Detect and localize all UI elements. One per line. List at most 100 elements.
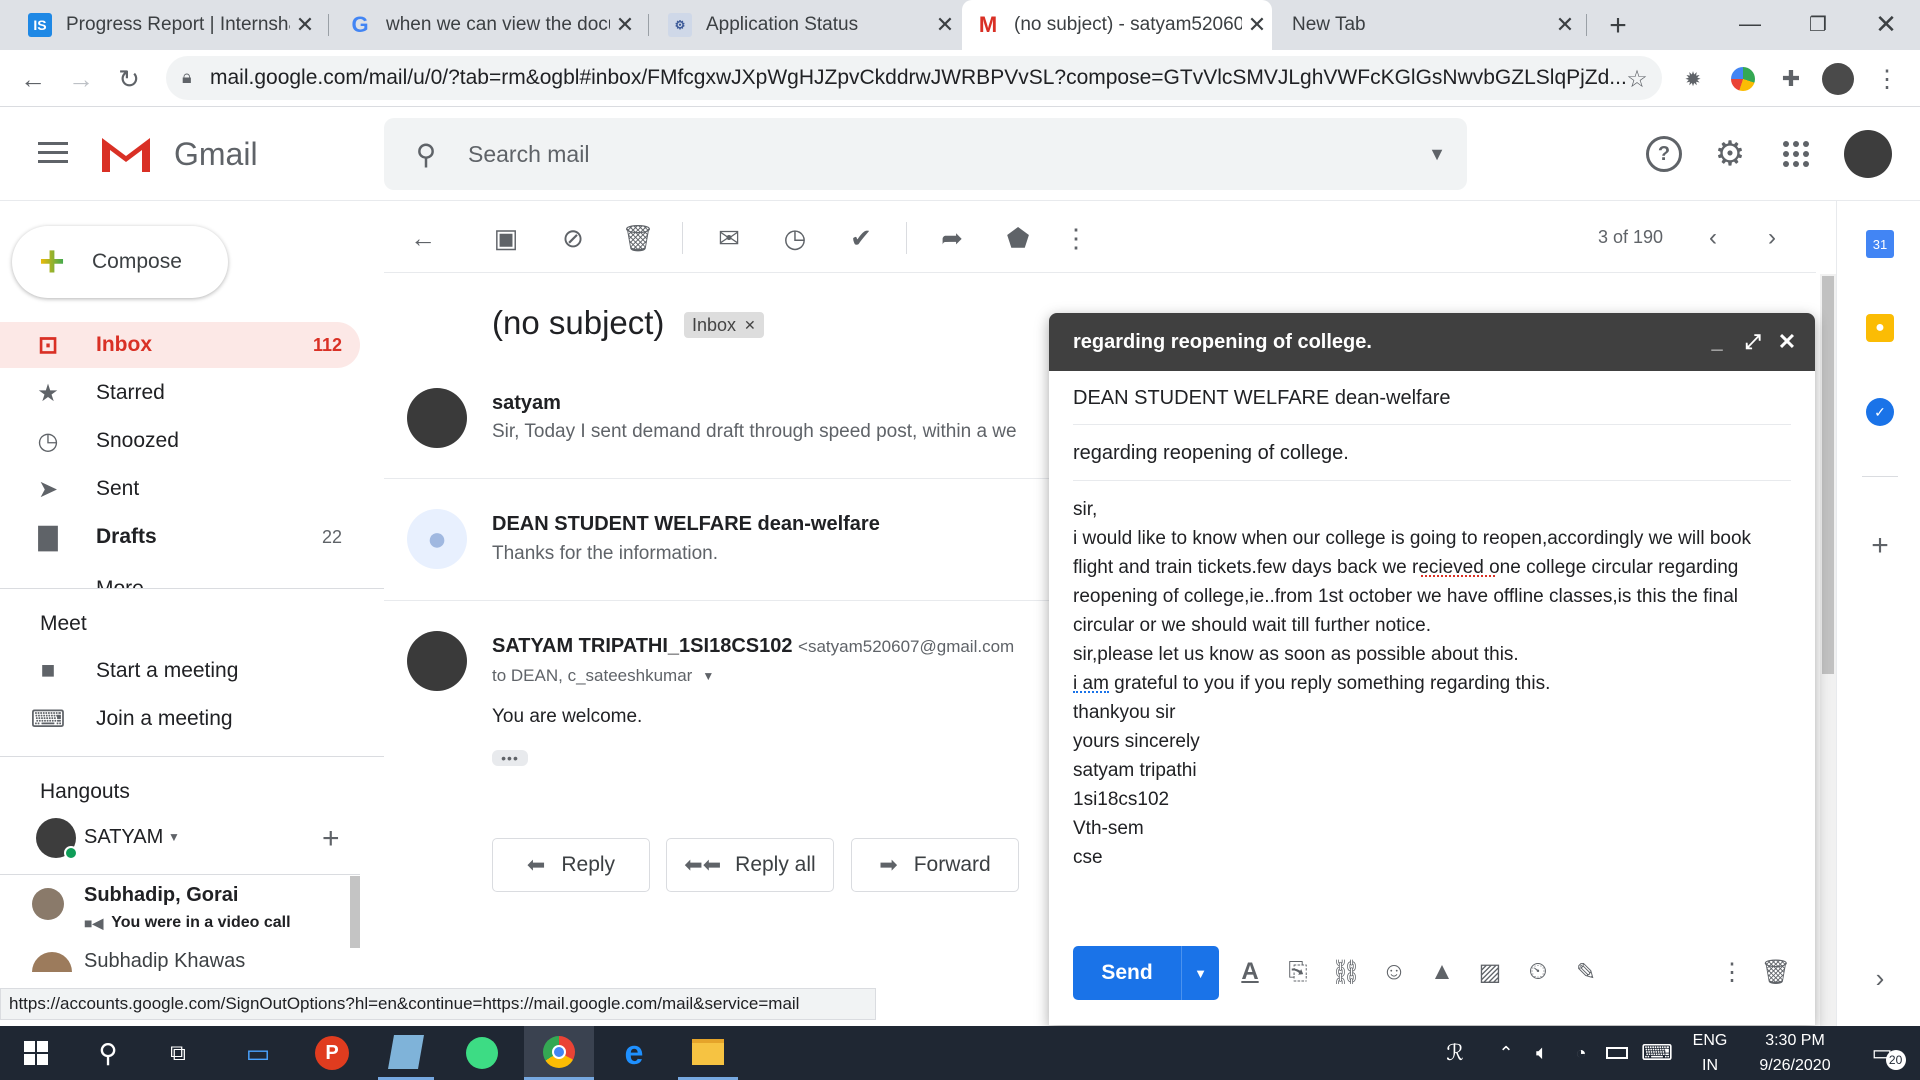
extension-globe-icon[interactable] [1726, 62, 1760, 96]
wifi-icon[interactable]: ◔ [1568, 1026, 1594, 1080]
add-task-icon[interactable]: ✔ [843, 220, 879, 256]
add-contact-plus-icon[interactable]: + [322, 822, 340, 856]
tab-application-status[interactable]: ⚙ Application Status ✕ [654, 0, 960, 50]
more-vert-icon[interactable]: ⋮ [1870, 62, 1904, 96]
notepad-icon[interactable] [378, 1026, 434, 1080]
formatting-options-icon[interactable]: A [1235, 957, 1265, 987]
nav-more[interactable]: ⌄ More [0, 566, 360, 589]
reply-button[interactable]: ⬅ Reply [492, 838, 650, 892]
sender-name[interactable]: satyam [492, 392, 561, 415]
account-avatar[interactable] [1844, 130, 1892, 178]
close-icon[interactable]: ✕ [930, 12, 960, 38]
discard-trash-icon[interactable]: 🗑︎ [1761, 957, 1791, 987]
confidential-mode-icon[interactable]: ⏲ [1523, 957, 1553, 987]
to-field[interactable]: DEAN STUDENT WELFARE dean-welfare [1073, 373, 1791, 425]
sender-name[interactable]: SATYAM TRIPATHI_1SI18CS102 [492, 635, 792, 657]
file-explorer-folder-icon[interactable] [678, 1026, 738, 1080]
main-scrollbar-thumb[interactable] [1822, 276, 1834, 674]
close-icon[interactable]: ✕ [1775, 327, 1799, 357]
edge-browser-icon[interactable]: e [610, 1026, 658, 1080]
contact-avatar[interactable] [32, 888, 64, 920]
profile-avatar[interactable] [1822, 63, 1854, 95]
emoji-icon[interactable]: ☺ [1379, 957, 1409, 987]
android-studio-icon[interactable] [460, 1026, 504, 1080]
restore-icon[interactable]: ❐ [1798, 6, 1838, 42]
subject-field[interactable]: regarding reopening of college. [1073, 427, 1791, 481]
more-options-vert-icon[interactable]: ⋮ [1717, 957, 1747, 987]
hangouts-scrollbar[interactable] [350, 876, 360, 948]
sender-avatar[interactable] [407, 631, 467, 691]
reload-icon[interactable]: ↻ [112, 62, 146, 96]
gmail-logo-icon[interactable] [98, 134, 154, 174]
main-menu-icon[interactable] [38, 142, 68, 164]
archive-icon[interactable]: ▣ [488, 220, 524, 256]
windows-start-icon[interactable] [14, 1026, 58, 1080]
move-to-icon[interactable]: ➦ [934, 220, 970, 256]
url-text[interactable]: mail.google.com/mail/u/0/?tab=rm&ogbl#in… [210, 66, 1627, 90]
compose-header[interactable]: regarding reopening of college. _ ⤢ ✕ [1049, 313, 1815, 371]
battery-icon[interactable] [1604, 1026, 1630, 1080]
nav-sent[interactable]: ➤ Sent [0, 466, 360, 512]
send-options-caret-icon[interactable]: ▼ [1182, 966, 1219, 981]
contact-avatar[interactable] [32, 952, 72, 972]
show-trimmed-content-icon[interactable]: ••• [492, 750, 528, 766]
new-tab-plus-icon[interactable]: + [1600, 8, 1636, 44]
expand-icon[interactable]: ⤢ [1741, 327, 1765, 357]
bookmark-star-icon[interactable]: ☆ [1620, 62, 1654, 96]
action-center-notification-icon[interactable]: ▭ 20 [1860, 1026, 1906, 1080]
tab-gmail-active[interactable]: M (no subject) - satyam52060 ✕ [962, 0, 1272, 50]
contact-name[interactable]: Subhadip Khawas [84, 950, 245, 973]
back-arrow-icon[interactable]: ← [16, 62, 50, 96]
search-options-icon[interactable]: ▼ [1407, 144, 1467, 165]
minimize-icon[interactable]: _ [1705, 327, 1729, 357]
this-pc-icon[interactable]: ▭ [236, 1026, 280, 1080]
chrome-taskbar-icon[interactable] [524, 1026, 594, 1080]
close-icon[interactable]: ✕ [1550, 12, 1580, 38]
search-bar[interactable]: ⚲ Search mail ▼ [384, 118, 1467, 190]
nav-inbox[interactable]: ⊡ Inbox 112 [0, 322, 360, 368]
insert-link-icon[interactable]: ⛓ [1331, 957, 1361, 987]
nav-snoozed[interactable]: ◷ Snoozed [0, 418, 360, 464]
close-icon[interactable]: ✕ [610, 12, 640, 38]
tab-progress-report[interactable]: IS Progress Report | Internshal ✕ [14, 0, 320, 50]
google-drive-icon[interactable]: ▲ [1427, 957, 1457, 987]
nav-drafts[interactable]: ▇ Drafts 22 [0, 514, 360, 560]
search-icon[interactable]: ⚲ [384, 138, 468, 171]
apps-grid-icon[interactable] [1783, 141, 1809, 167]
mark-unread-icon[interactable]: ✉ [711, 220, 747, 256]
attach-paperclip-icon[interactable]: ⎘ [1283, 957, 1313, 987]
forward-arrow-icon[interactable]: → [64, 62, 98, 96]
task-view-icon[interactable]: ⧉ [156, 1026, 200, 1080]
calendar-icon[interactable]: 31 [1866, 230, 1894, 258]
extension-bug-icon[interactable]: ✹ [1676, 62, 1710, 96]
search-input[interactable]: Search mail [468, 141, 1407, 168]
sender-name[interactable]: DEAN STUDENT WELFARE dean-welfare [492, 513, 880, 536]
help-icon[interactable]: ? [1646, 136, 1682, 172]
signature-pen-icon[interactable]: ✎ [1571, 957, 1601, 987]
hangouts-user[interactable]: SATYAM [84, 826, 163, 849]
show-details-caret-icon[interactable]: ▼ [702, 669, 714, 683]
label-tag-icon[interactable]: ⬟ [1000, 220, 1036, 256]
default-avatar-person-icon[interactable]: ● [407, 509, 467, 569]
message-body-editor[interactable]: sir, i would like to know when our colle… [1073, 495, 1791, 872]
recipient-text[interactable]: DEAN STUDENT WELFARE dean-welfare [1073, 387, 1451, 410]
volume-icon[interactable]: 🔈︎ [1530, 1026, 1554, 1080]
close-icon[interactable]: ✕ [290, 12, 320, 38]
show-hidden-icons-chevron-icon[interactable]: ⌃ [1494, 1026, 1518, 1080]
search-icon[interactable]: ⚲ [86, 1026, 130, 1080]
window-close-icon[interactable]: ✕ [1866, 6, 1906, 42]
minimize-icon[interactable]: — [1730, 6, 1770, 42]
remove-label-close-icon[interactable]: ✕ [744, 317, 756, 334]
caret-down-icon[interactable]: ▼ [168, 830, 180, 844]
meet-start[interactable]: ■ Start a meeting [0, 648, 360, 694]
tasks-check-icon[interactable]: ✓ [1866, 398, 1894, 426]
sender-avatar[interactable] [407, 388, 467, 448]
more-vert-icon[interactable]: ⋮ [1058, 220, 1094, 256]
close-icon[interactable]: ✕ [1242, 12, 1272, 38]
extensions-puzzle-icon[interactable]: ✚ [1774, 62, 1808, 96]
message-snippet[interactable]: Thanks for the information. [492, 543, 718, 565]
meet-join[interactable]: ⌨ Join a meeting [0, 696, 360, 742]
keyboard-icon[interactable]: ⌨ [1640, 1026, 1674, 1080]
get-addons-plus-icon[interactable]: + [1864, 529, 1896, 562]
input-language[interactable]: ENG IN [1690, 1028, 1730, 1078]
